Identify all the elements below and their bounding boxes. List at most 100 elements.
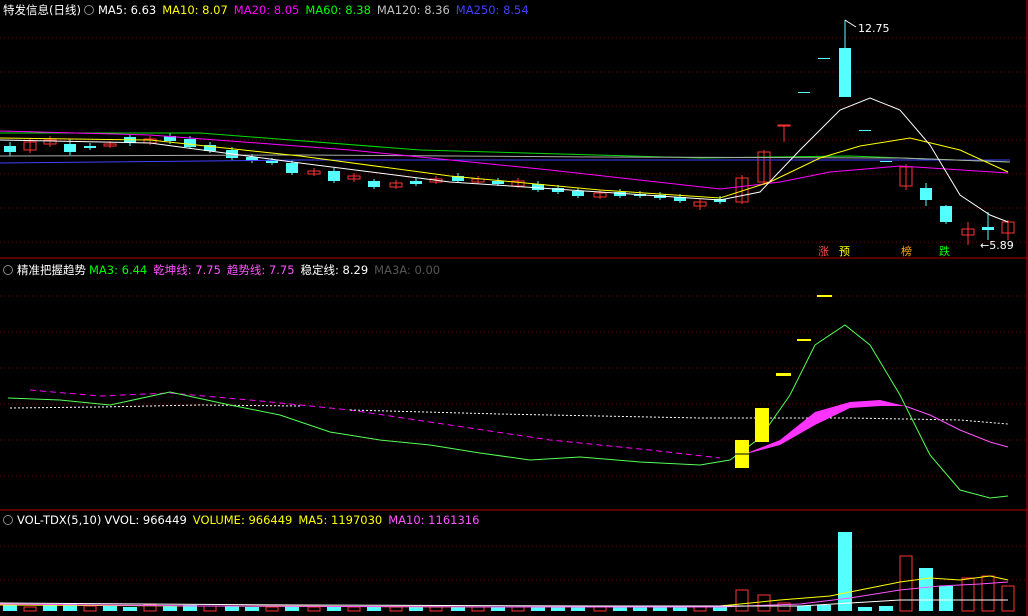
stable-line-left — [9, 404, 301, 409]
qiankun-line — [904, 405, 1009, 448]
signal-list-label: 榜 — [901, 245, 912, 258]
volume-bar-down — [571, 607, 585, 611]
candle-body-down — [410, 181, 422, 184]
candle-body-down — [880, 161, 892, 162]
volume-bar-down — [409, 607, 423, 611]
volume-bar-down — [879, 606, 893, 611]
candle-body-down — [328, 171, 340, 181]
candle-body-down — [4, 146, 16, 152]
signal-bar — [797, 339, 811, 341]
price-panel-title: 特发信息(日线) — [3, 3, 81, 17]
volume-bar-up — [347, 606, 361, 612]
volume-panel-title: VOL-TDX(5,10) — [17, 513, 102, 527]
ma10-line — [0, 137, 1009, 199]
signal-bar — [817, 295, 832, 297]
volume-bar-up — [203, 605, 217, 612]
candle-body-down — [572, 191, 584, 196]
signal-up-label: 涨 — [818, 245, 829, 258]
volume-ma10-line — [0, 581, 1009, 608]
volume-bar-up — [593, 606, 607, 612]
volume-bar-up — [429, 606, 443, 612]
indicator-vvol-ind3: VVOL: 966449 — [104, 513, 187, 527]
trend-panel-header: 精准把握趋势 MA3: 6.44 乾坤线: 7.75 趋势线: 7.75 稳定线: 8.… — [3, 262, 452, 278]
volume-bar-down — [817, 605, 831, 611]
volume-bar-up — [1001, 585, 1015, 612]
volume-bar-down — [673, 607, 687, 611]
candle-body-down — [859, 130, 871, 131]
volume-bar-up — [899, 555, 913, 612]
volume-bar-down — [225, 606, 239, 611]
ma3-line — [7, 324, 1009, 499]
high-marker — [844, 19, 857, 28]
candle-body-down — [839, 48, 851, 97]
volume-bar-up — [265, 606, 279, 612]
price-panel-header: 特发信息(日线) MA5: 6.63 MA10: 8.07 MA20: 8.05 MA6… — [3, 2, 541, 18]
indicator-ma10-ind1: MA10: 8.07 — [162, 3, 228, 17]
indicator--ind2: 稳定线: 8.29 — [300, 263, 369, 277]
volume-bar-up — [961, 577, 975, 612]
indicator--ind2: 趋势线: 7.75 — [226, 263, 295, 277]
volume-bar-up — [307, 606, 321, 612]
trend-indicator-list: MA3: 6.44 乾坤线: 7.75 趋势线: 7.75 稳定线: 8.29 MA3A… — [89, 263, 446, 277]
volume-bar-up — [511, 606, 525, 612]
signal-bar — [776, 373, 791, 376]
volume-bar-up — [83, 605, 97, 612]
volume-bar-down — [3, 605, 17, 611]
volume-bar-down — [491, 607, 505, 611]
volume-bar-down — [551, 607, 565, 611]
indicator-ma5-ind1: MA5: 6.63 — [97, 3, 157, 17]
ma250-line — [0, 159, 1010, 164]
signal-down-label: 跌 — [939, 245, 950, 258]
volume-bar-down — [939, 586, 953, 611]
indicator-ma60-ind1: MA60: 8.38 — [305, 3, 371, 17]
candle-body-down — [818, 58, 830, 59]
indicator-ma3-ind2: MA3: 6.44 — [89, 263, 148, 277]
volume-bar-down — [919, 568, 933, 611]
indicator-ma3a-ind2: MA3A: 0.00 — [374, 263, 441, 277]
volume-bar-down — [797, 606, 811, 611]
volume-bar-down — [713, 607, 727, 611]
candle-body-down — [920, 188, 932, 200]
signal-forecast-label: 预 — [839, 245, 850, 258]
candle-body-down — [940, 206, 952, 222]
indicator-ma250-ind1: MA250: 8.54 — [455, 3, 529, 17]
volume-bar-up — [735, 589, 749, 612]
trend-panel-title: 精准把握趋势 — [17, 263, 86, 277]
candle-body-down — [798, 92, 810, 93]
price-indicator-list: MA5: 6.63 MA10: 8.07 MA20: 8.05 MA60: 8.38 M… — [98, 3, 535, 17]
panel-settings-icon[interactable] — [3, 515, 13, 525]
volume-bar-down — [245, 607, 259, 611]
indicator-volume-ind3: VOLUME: 966449 — [192, 513, 293, 527]
high-price-label: 12.75 — [858, 22, 890, 35]
stable-line-right — [349, 409, 1009, 425]
volume-bar-down — [653, 607, 667, 611]
candle-body-down — [286, 163, 298, 173]
volume-indicator-list: VVOL: 966449 VOLUME: 966449 MA5: 1197030 MA… — [104, 513, 485, 527]
volume-bar-down — [163, 606, 177, 611]
candle-body-down — [368, 181, 380, 187]
volume-bar-up — [693, 606, 707, 612]
low-price-label: ←5.89 — [980, 239, 1014, 252]
volume-bar-down — [633, 607, 647, 611]
indicator-ma120-ind1: MA120: 8.36 — [376, 3, 450, 17]
panel-settings-icon[interactable] — [3, 265, 13, 275]
volume-bar-down — [451, 607, 465, 611]
candle-body-down — [184, 139, 196, 147]
volume-bar-down — [43, 605, 57, 611]
volume-bar-up — [23, 606, 37, 612]
candle-body-down — [982, 227, 994, 230]
panel-settings-icon[interactable] — [83, 5, 94, 15]
indicator-ma5-ind3: MA5: 1197030 — [298, 513, 383, 527]
candle-body-down — [84, 146, 96, 148]
volume-bar-down — [531, 607, 545, 611]
indicator--ind2: 乾坤线: 7.75 — [153, 263, 221, 277]
candle-body-down — [492, 181, 504, 184]
volume-bar-down — [613, 607, 627, 611]
signal-bar — [755, 408, 769, 442]
indicator-ma10-ind3: MA10: 1161316 — [388, 513, 480, 527]
volume-bar-down — [858, 607, 872, 611]
volume-bar-up — [757, 594, 771, 612]
volume-bar-down — [103, 606, 117, 611]
volume-bar-down — [123, 607, 137, 611]
volume-bar-up — [981, 575, 995, 612]
